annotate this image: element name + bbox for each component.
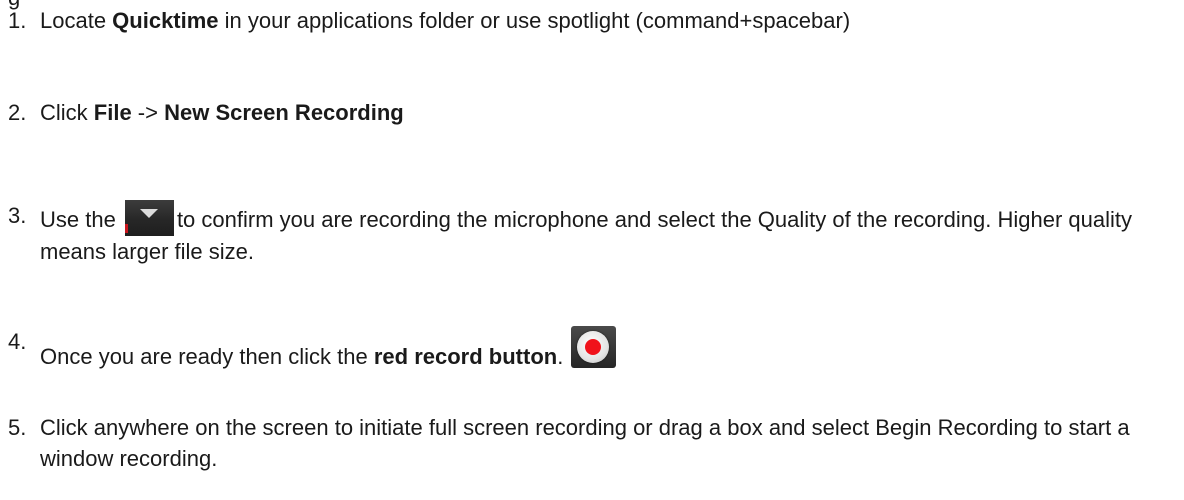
step-text: Use the to confirm you are recording the… [40, 200, 1178, 267]
step-text-plain: Use the [40, 207, 122, 232]
step-text-plain: in your applications folder or use spotl… [218, 8, 851, 33]
step-text: Click File -> New Screen Recording [40, 97, 1178, 128]
step-1: 1. Locate Quicktime in your applications… [8, 5, 1178, 36]
step-4: 4. Once you are ready then click the red… [8, 326, 1178, 372]
menu-item-new-screen-recording: New Screen Recording [164, 100, 404, 125]
record-icon [571, 326, 617, 368]
step-5: 5. Click anywhere on the screen to initi… [8, 412, 1178, 474]
record-button-label: red record button [373, 344, 558, 369]
dropdown-chevron-icon [124, 200, 174, 236]
step-text-plain: Locate [40, 8, 113, 33]
step-2: 2. Click File -> New Screen Recording [8, 97, 1178, 128]
step-number: 4. [8, 329, 27, 354]
step-text-arrow: -> [131, 100, 165, 125]
step-number: 3. [8, 203, 27, 228]
menu-name-file: File [93, 100, 132, 125]
step-3: 3. Use the to confirm you are recording … [8, 200, 1178, 267]
step-text-plain: to confirm you are recording the microph… [40, 207, 1133, 264]
step-text: Click anywhere on the screen to initiate… [40, 415, 1130, 471]
step-text-plain: . [557, 344, 564, 369]
step-number: 5. [8, 415, 27, 440]
step-number: 1. [8, 8, 27, 33]
step-text: Once you are ready then click the red re… [40, 326, 1178, 372]
record-indicator-edge [124, 224, 128, 233]
step-text-plain: Once you are ready then click the [40, 344, 374, 369]
step-text-plain: Click [40, 100, 94, 125]
step-number: 2. [8, 100, 27, 125]
chevron-down-icon [139, 209, 158, 218]
app-name-quicktime: Quicktime [112, 8, 219, 33]
step-text: Locate Quicktime in your applications fo… [40, 5, 1178, 36]
